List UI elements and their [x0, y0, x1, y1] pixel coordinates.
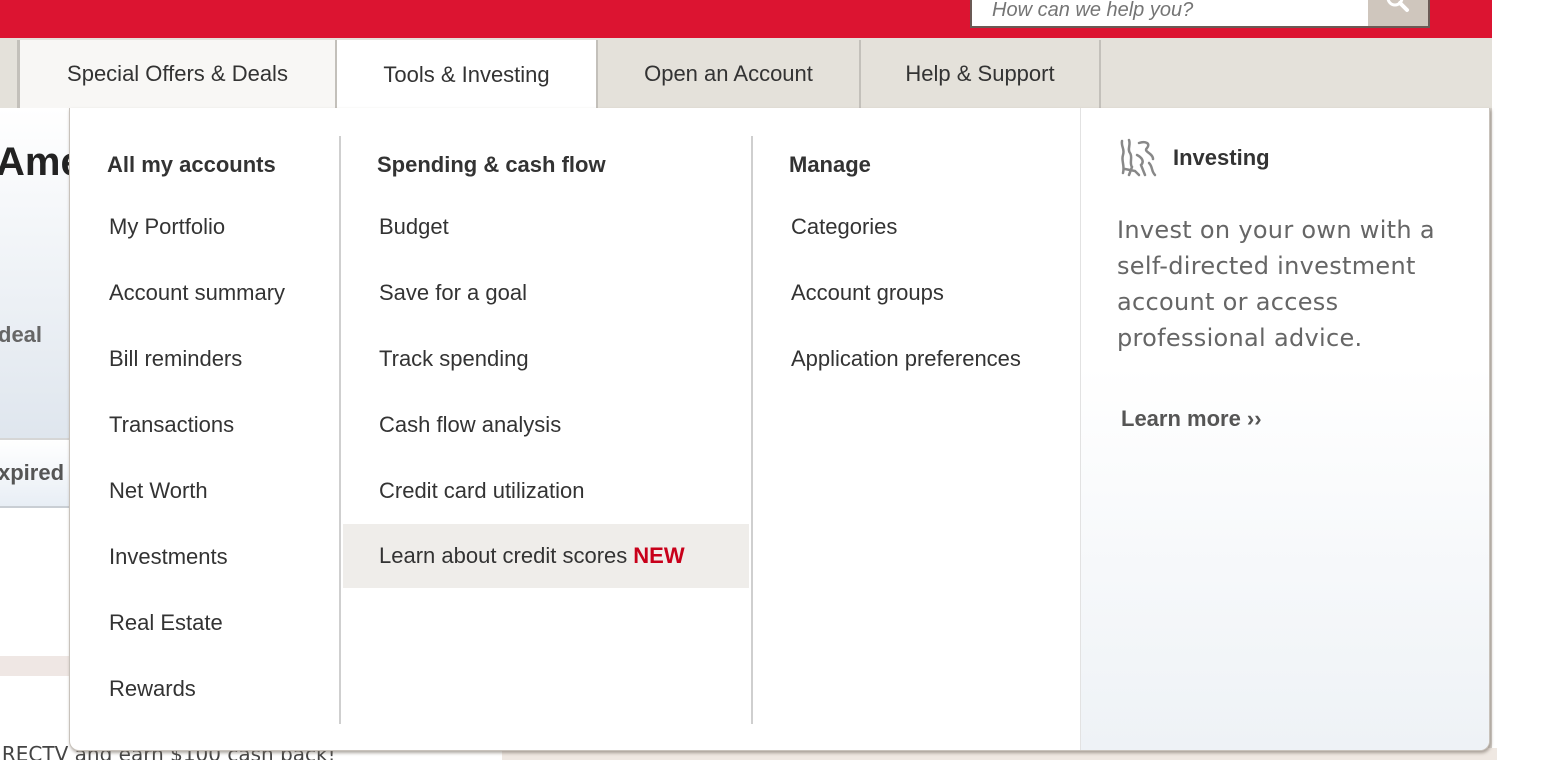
menu-item-save-for-goal[interactable]: Save for a goal [343, 260, 749, 326]
search-icon [1386, 0, 1409, 12]
investing-title: Investing [1173, 145, 1270, 170]
menu-item-transactions[interactable]: Transactions [107, 392, 285, 458]
menu-item-learn-credit-scores[interactable]: Learn about credit scores NEW [343, 524, 749, 588]
menu-column-spending: Spending & cash flow Budget Save for a g… [343, 136, 749, 588]
main-nav: Special Offers & Deals Tools & Investing… [0, 38, 1492, 110]
search-form [970, 0, 1430, 28]
menu-item-my-portfolio[interactable]: My Portfolio [107, 194, 285, 260]
tab-tools-investing[interactable]: Tools & Investing [337, 40, 598, 110]
tab-previous[interactable] [0, 40, 19, 108]
menu-item-real-estate[interactable]: Real Estate [107, 590, 285, 656]
new-badge: NEW [633, 543, 685, 568]
investing-promo-panel: Investing Invest on your own with a self… [1080, 108, 1489, 750]
menu-item-credit-card-utilization[interactable]: Credit card utilization [343, 458, 749, 524]
hero-deal-text: deal [0, 322, 43, 347]
menu-item-account-summary[interactable]: Account summary [107, 260, 285, 326]
menu-item-track-spending[interactable]: Track spending [343, 326, 749, 392]
menu-item-account-groups[interactable]: Account groups [789, 260, 1021, 326]
investing-header: Investing [1117, 136, 1270, 180]
menu-item-cash-flow-analysis[interactable]: Cash flow analysis [343, 392, 749, 458]
menu-item-categories[interactable]: Categories [789, 194, 1021, 260]
menu-heading-accounts: All my accounts [107, 152, 276, 177]
menu-item-budget[interactable]: Budget [343, 194, 749, 260]
column-divider [751, 136, 753, 724]
menu-item-investments[interactable]: Investments [107, 524, 285, 590]
alert-expired-text: xpired [0, 460, 65, 485]
learn-more-link[interactable]: Learn more ›› [1121, 406, 1262, 432]
menu-item-application-preferences[interactable]: Application preferences [789, 326, 1021, 392]
background-band [0, 656, 70, 676]
menu-item-rewards[interactable]: Rewards [107, 656, 285, 722]
menu-item-net-worth[interactable]: Net Worth [107, 458, 285, 524]
investing-description: Invest on your own with a self-directed … [1117, 216, 1435, 352]
page: Ame deal xpired IRECTV and earn $100 cas… [0, 0, 1562, 760]
bull-logo-icon [1120, 138, 1157, 177]
tab-help-support[interactable]: Help & Support [861, 40, 1101, 108]
menu-heading-spending: Spending & cash flow [377, 152, 606, 177]
menu-column-accounts: All my accounts My Portfolio Account sum… [107, 136, 285, 722]
hero-title: Ame [0, 140, 70, 184]
menu-heading-manage: Manage [789, 152, 871, 177]
menu-item-label: Learn about credit scores [379, 543, 628, 568]
header-bar [0, 0, 1492, 38]
menu-column-manage: Manage Categories Account groups Applica… [789, 136, 1021, 392]
menu-item-bill-reminders[interactable]: Bill reminders [107, 326, 285, 392]
column-divider [339, 136, 341, 724]
tab-open-account[interactable]: Open an Account [598, 40, 861, 108]
tab-special-offers[interactable]: Special Offers & Deals [19, 40, 337, 108]
tools-investing-menu: All my accounts My Portfolio Account sum… [69, 108, 1490, 751]
search-input[interactable] [972, 0, 1368, 26]
search-button[interactable] [1368, 0, 1428, 26]
